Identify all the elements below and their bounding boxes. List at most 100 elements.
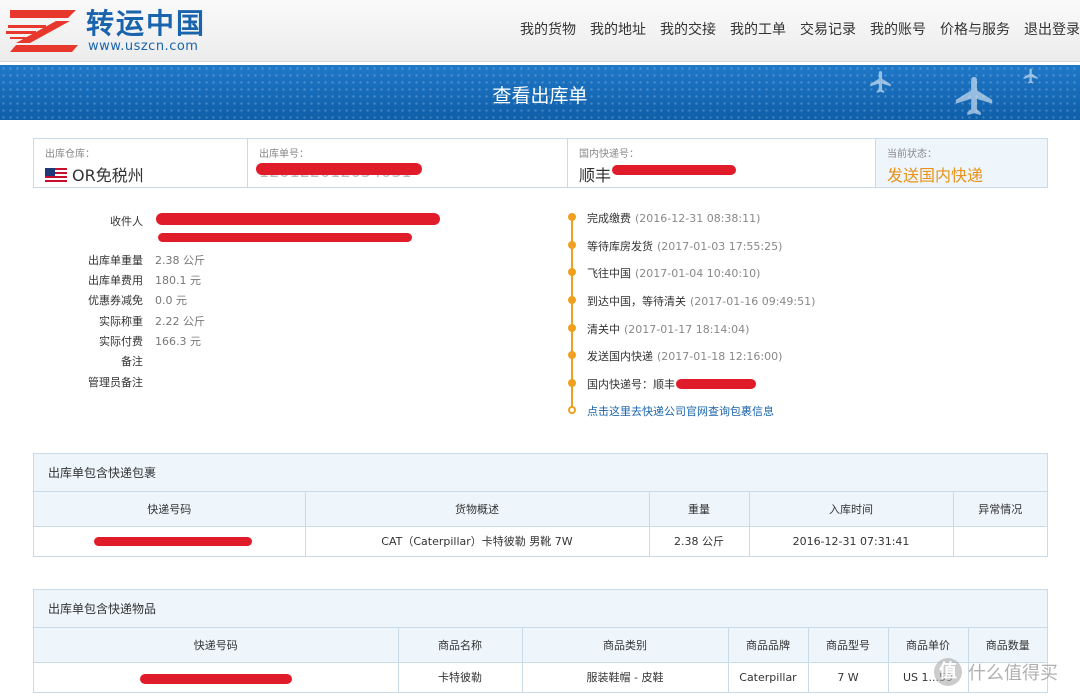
detail-recipient: 收件人	[33, 213, 155, 229]
logo-brand-url: www.uszcn.com	[88, 39, 199, 54]
nav-my-tickets[interactable]: 我的工单	[730, 19, 786, 39]
detail-key: 实际称重	[99, 315, 143, 328]
detail-value: 180.1 元	[155, 274, 201, 287]
table-cell	[953, 526, 1047, 556]
detail-value: 0.0 元	[155, 294, 187, 307]
redaction-mark	[612, 165, 736, 175]
table-header: 商品名称	[398, 628, 523, 663]
warehouse-value: OR免税州	[72, 166, 144, 185]
table-header-row: 快递号码 商品名称 商品类别 商品品牌 商品型号 商品单价 商品数量	[34, 628, 1047, 663]
detail-key: 优惠券减免	[88, 294, 143, 307]
timeline-item: 飞往中国 (2017-01-04 10:40:10)	[566, 265, 760, 281]
nav-my-account[interactable]: 我的账号	[870, 19, 926, 39]
table-header: 商品品牌	[728, 628, 809, 663]
us-flag-icon	[45, 168, 67, 182]
logo-z-mark-icon	[6, 10, 78, 52]
table-header: 货物概述	[305, 492, 650, 527]
detail-key: 管理员备注	[88, 376, 143, 389]
detail-weight: 出库单重量 2.38 公斤	[33, 252, 205, 268]
watermark-badge: 值	[934, 658, 962, 686]
table-header-row: 快递号码 货物概述 重量 入库时间 异常情况	[34, 492, 1047, 527]
table-header: 入库时间	[749, 492, 954, 527]
nav-pricing[interactable]: 价格与服务	[940, 19, 1010, 39]
domestic-tracking-label: 国内快递号：	[579, 149, 639, 160]
page-banner: 查看出库单	[0, 65, 1080, 120]
table-cell: Caterpillar	[728, 662, 809, 692]
items-panel-title: 出库单包含快递物品	[34, 590, 1047, 628]
timeline-item: 国内快递号：顺丰	[566, 376, 679, 392]
timeline-item: 清关中 (2017-01-17 18:14:04)	[566, 321, 749, 337]
timeline-dot-icon	[568, 296, 576, 304]
timeline-dot-icon	[568, 268, 576, 276]
detail-remark: 备注	[33, 353, 155, 369]
items-table: 快递号码 商品名称 商品类别 商品品牌 商品型号 商品单价 商品数量 卡特彼勒 …	[34, 628, 1047, 692]
table-cell: CAT（Caterpillar）卡特彼勒 男靴 7W	[305, 526, 650, 556]
watermark-text: 什么值得买	[968, 663, 1058, 684]
watermark: 值 什么值得买	[934, 658, 1058, 686]
table-header: 快递号码	[34, 492, 306, 527]
detail-key: 出库单费用	[88, 274, 143, 287]
redaction-mark	[94, 536, 252, 546]
nav-my-handover[interactable]: 我的交接	[660, 19, 716, 39]
timeline-item: 等待库房发货 (2017-01-03 17:55:25)	[566, 238, 782, 254]
detail-actual-weight: 实际称重 2.22 公斤	[33, 313, 205, 329]
domestic-tracking-cell: 国内快递号： 顺丰	[568, 139, 876, 187]
detail-key: 备注	[121, 355, 143, 368]
table-header: 商品类别	[522, 628, 729, 663]
timeline-item: 发送国内快递 (2017-01-18 12:16:00)	[566, 348, 782, 364]
logo-brand-name: 转运中国	[86, 7, 207, 40]
order-number-label: 出库单号：	[259, 149, 309, 160]
table-row: CAT（Caterpillar）卡特彼勒 男靴 7W 2.38 公斤 2016-…	[34, 526, 1047, 556]
courier-tracking-link[interactable]: 点击这里去快递公司官网查询包裹信息	[587, 405, 774, 418]
detail-value: 166.3 元	[155, 335, 201, 348]
table-cell: 2016-12-31 07:31:41	[749, 526, 954, 556]
warehouse-cell: 出库仓库： OR免税州	[34, 139, 248, 187]
table-header: 异常情况	[953, 492, 1047, 527]
packages-panel: 出库单包含快递包裹 快递号码 货物概述 重量 入库时间 异常情况 CAT（Cat…	[33, 453, 1048, 557]
timeline-dot-icon	[568, 351, 576, 359]
timeline-item: 完成缴费 (2016-12-31 08:38:11)	[566, 210, 760, 226]
table-cell: 卡特彼勒	[398, 662, 523, 692]
timeline-item: 到达中国，等待清关 (2017-01-16 09:49:51)	[566, 293, 815, 309]
site-logo[interactable]: 转运中国 www.uszcn.com	[6, 5, 211, 55]
page-title: 查看出库单	[492, 85, 588, 107]
nav-transactions[interactable]: 交易记录	[800, 19, 856, 39]
table-cell: 2.38 公斤	[649, 526, 750, 556]
timeline-dot-icon	[568, 324, 576, 332]
table-cell	[34, 662, 399, 692]
detail-key: 出库单重量	[88, 254, 143, 267]
status-value: 发送国内快递	[887, 166, 984, 185]
detail-coupon: 优惠券减免 0.0 元	[33, 292, 187, 308]
redaction-mark	[140, 673, 292, 684]
detail-key: 收件人	[110, 215, 143, 228]
detail-key: 实际付费	[99, 335, 143, 348]
main-nav: 我的货物 我的地址 我的交接 我的工单 交易记录 我的账号 价格与服务 退出登录	[506, 19, 1080, 39]
detail-fee: 出库单费用 180.1 元	[33, 272, 201, 288]
table-header: 快递号码	[34, 628, 399, 663]
detail-value: 2.38 公斤	[155, 254, 205, 267]
timeline-dot-icon	[568, 379, 576, 387]
table-row: 卡特彼勒 服装鞋帽 - 皮鞋 Caterpillar 7 W US 1...59	[34, 662, 1047, 692]
table-header: 商品数量	[968, 628, 1047, 663]
timeline-item: 点击这里去快递公司官网查询包裹信息	[566, 403, 774, 419]
table-cell	[34, 526, 306, 556]
timeline-dot-icon	[568, 213, 576, 221]
table-cell: 服装鞋帽 - 皮鞋	[522, 662, 729, 692]
order-number-cell: 出库单号： 120122012034031	[248, 139, 568, 187]
timeline-dot-icon	[568, 406, 576, 414]
redaction-mark	[256, 163, 422, 175]
top-header: 转运中国 www.uszcn.com 我的货物 我的地址 我的交接 我的工单 交…	[0, 0, 1080, 62]
packages-panel-title: 出库单包含快递包裹	[34, 454, 1047, 492]
table-cell: 7 W	[808, 662, 889, 692]
warehouse-value-wrap: OR免税州	[45, 162, 236, 186]
table-header: 商品单价	[888, 628, 969, 663]
nav-my-address[interactable]: 我的地址	[590, 19, 646, 39]
packages-table: 快递号码 货物概述 重量 入库时间 异常情况 CAT（Caterpillar）卡…	[34, 492, 1047, 556]
nav-my-goods[interactable]: 我的货物	[520, 19, 576, 39]
detail-actual-paid: 实际付费 166.3 元	[33, 333, 201, 349]
redaction-mark	[158, 233, 412, 242]
timeline-dot-icon	[568, 241, 576, 249]
redaction-mark	[676, 379, 756, 389]
nav-logout[interactable]: 退出登录	[1024, 19, 1080, 39]
detail-admin-remark: 管理员备注	[33, 374, 155, 390]
